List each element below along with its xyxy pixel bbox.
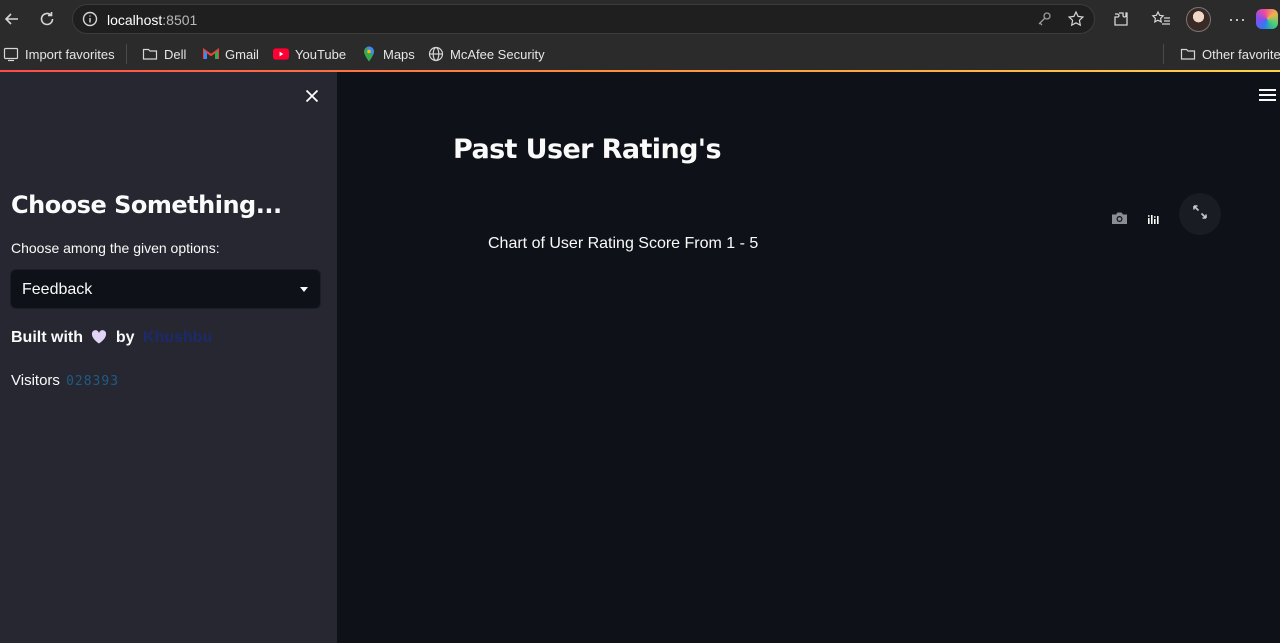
globe-icon <box>428 46 444 62</box>
site-info-icon[interactable] <box>82 11 98 27</box>
fullscreen-expand-button[interactable] <box>1179 193 1221 235</box>
bookmark-mcafee[interactable]: McAfee Security <box>428 46 545 62</box>
chevron-down-icon <box>300 287 308 292</box>
bookmark-import-favorites[interactable]: Import favorites <box>3 46 115 62</box>
bookmark-gmail[interactable]: Gmail <box>203 46 259 62</box>
gmail-icon <box>203 46 219 62</box>
import-icon <box>3 46 19 62</box>
bookmark-label: Maps <box>383 46 415 62</box>
bookmark-label: Dell <box>164 46 187 62</box>
bookmark-maps[interactable]: Maps <box>361 46 415 62</box>
visitors-label: Visitors <box>11 372 60 389</box>
bookmark-other-favorites[interactable]: Other favorites <box>1180 46 1280 62</box>
built-with-text: Built with <box>11 329 83 346</box>
folder-icon <box>1180 46 1196 62</box>
address-bar[interactable]: localhost:8501 <box>72 4 1095 34</box>
youtube-icon <box>273 46 289 62</box>
bookmark-dell[interactable]: Dell <box>142 46 186 62</box>
url-port: :8501 <box>162 12 198 28</box>
sidebar-title: Choose Something... <box>11 191 282 219</box>
bookmarks-divider <box>1163 44 1164 64</box>
refresh-icon[interactable] <box>35 7 59 31</box>
password-key-icon[interactable] <box>1035 10 1053 28</box>
camera-icon[interactable] <box>1111 211 1128 225</box>
visitors-count: 028393 <box>66 374 120 389</box>
author-link[interactable]: Khushbu <box>143 329 212 346</box>
built-with-credit: Built with by Khushbu <box>11 329 212 347</box>
visitors-counter: Visitors 028393 <box>11 372 119 389</box>
bookmarks-divider <box>126 44 127 64</box>
favorites-list-icon[interactable] <box>1150 8 1172 30</box>
chart-title: Chart of User Rating Score From 1 - 5 <box>488 235 759 252</box>
hamburger-menu-icon[interactable] <box>1259 89 1276 103</box>
bookmark-label: YouTube <box>295 46 347 62</box>
plotly-logo-icon[interactable] <box>1146 212 1160 226</box>
by-text: by <box>115 329 135 346</box>
bookmark-label: Import favorites <box>25 46 115 62</box>
profile-avatar[interactable] <box>1186 7 1211 32</box>
sidebar <box>0 72 337 643</box>
bookmarks-bar: Import favorites Dell Gmail YouTube Maps… <box>0 38 1280 70</box>
bookmark-youtube[interactable]: YouTube <box>273 46 346 62</box>
favorite-star-icon[interactable] <box>1067 10 1085 28</box>
url-host: localhost <box>107 12 163 28</box>
expand-icon <box>1192 204 1208 225</box>
heart-icon <box>91 329 107 347</box>
back-arrow-icon[interactable] <box>0 7 24 31</box>
close-icon[interactable] <box>302 86 322 106</box>
bookmark-label: Other favorites <box>1202 46 1280 62</box>
copilot-icon[interactable] <box>1256 9 1278 29</box>
maps-pin-icon <box>361 46 377 62</box>
page-title: Past User Rating's <box>453 134 722 165</box>
more-options-icon[interactable]: ··· <box>1226 8 1248 30</box>
extensions-icon[interactable] <box>1110 8 1132 30</box>
options-select[interactable]: Feedback <box>10 269 321 309</box>
bookmark-label: Gmail <box>225 46 259 62</box>
folder-icon <box>142 46 158 62</box>
browser-toolbar: localhost:8501 ··· <box>0 0 1280 38</box>
select-value: Feedback <box>22 281 93 298</box>
bookmark-label: McAfee Security <box>450 46 545 62</box>
select-label: Choose among the given options: <box>11 240 220 256</box>
url-text[interactable]: localhost:8501 <box>107 12 197 28</box>
